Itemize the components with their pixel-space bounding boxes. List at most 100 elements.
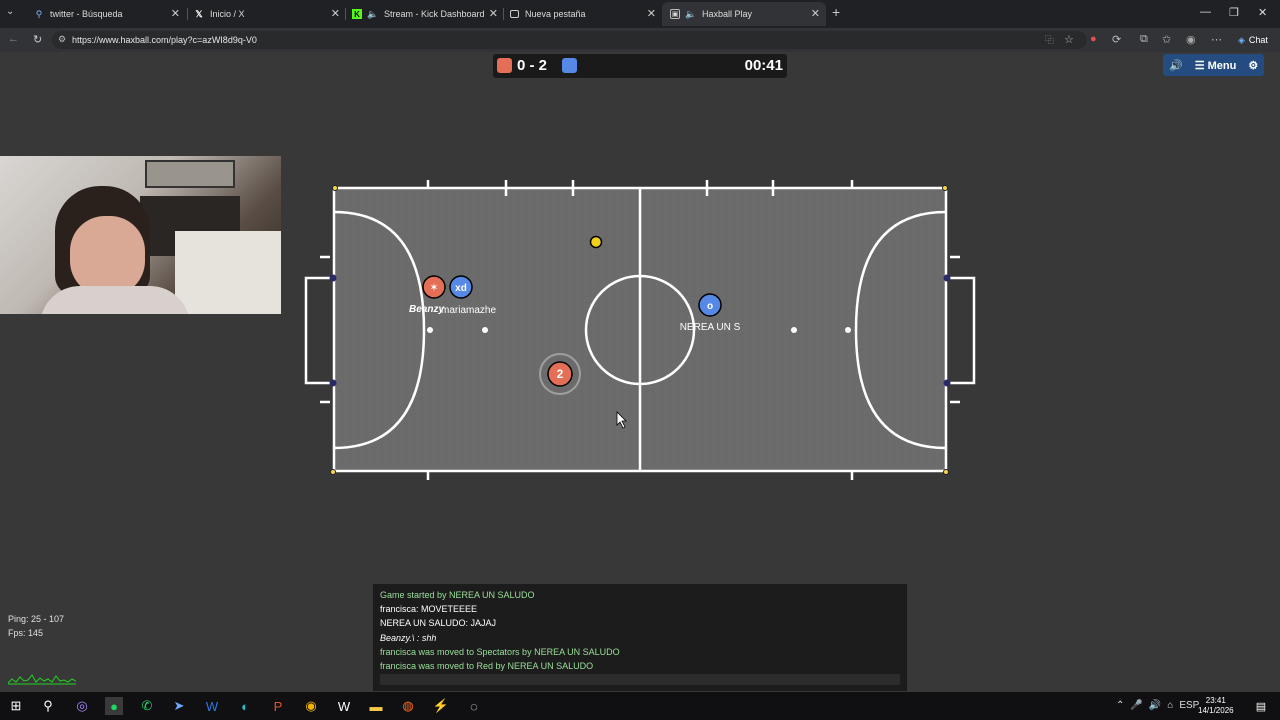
field [304,180,976,480]
favorites-icon[interactable]: ✩ [1162,33,1171,46]
url-field[interactable]: ⚙ https://www.haxball.com/play?c=azWI8d9… [52,31,1087,49]
spotify-icon[interactable]: ● [105,697,123,715]
network-icon[interactable]: ⌂ [1167,700,1173,711]
x-logo-icon: 𝕏 [195,8,203,19]
edge-icon[interactable]: ◐ [236,697,254,715]
scoreboard: 0 - 2 00:41 [493,54,787,78]
app-icon-flash[interactable]: ⚡ [432,697,450,715]
volume-icon[interactable]: 🔊 [1149,700,1161,711]
bookmark-star-icon[interactable]: ☆ [1064,33,1074,46]
tab-twitter-search[interactable]: ⚲ twitter - Búsqueda ✕ [26,2,186,26]
red-team-square [497,58,512,73]
chat-message: Beanzy.\ : shh [380,632,437,643]
webcam-overlay [0,156,281,314]
chat-label: Chat [1248,35,1268,45]
windows-start-icon[interactable]: ⊞ [7,697,25,715]
game-top-controls: 🔊 ☰ Menu ⚙ [1163,54,1265,76]
puzzle-icon[interactable]: ⧉ [1140,33,1148,46]
tab-kick-dashboard[interactable]: K 🔈 Stream - Kick Dashboard ✕ [344,2,504,26]
reload-icon[interactable]: ↻ [33,33,42,46]
tab-x-home[interactable]: 𝕏 Inicio / X ✕ [186,2,346,26]
speaker-icon: 🔈 [685,8,697,19]
speaker-icon: 🔈 [367,8,379,19]
player-avatar: xd [455,283,467,294]
kick-logo-icon: K [352,9,362,19]
player-name: mariamazhe [441,305,496,316]
search-icon[interactable]: ⚲ [39,697,57,715]
minimize-icon[interactable]: — [1200,6,1211,18]
tab-haxball-play[interactable]: ▣ 🔈 Haxball Play ✕ [662,2,826,26]
chrome-icon[interactable]: ◉ [302,697,320,715]
translate-icon[interactable]: ⿻ [1045,33,1054,46]
menu-label: Menu [1207,59,1237,72]
score: 0 - 2 [517,57,548,74]
tab-title: Stream - Kick Dashboard [384,9,485,19]
chat-message: francisca was moved to Red by NEREA UN S… [380,661,594,672]
newtab-icon [510,10,519,18]
chat-panel: Game started by NEREA UN SALUDO francisc… [373,584,907,691]
haxball-game-area[interactable]: ✶ Beanzy xd mariamazhe o NEREA UN S 2 0 … [0,52,1280,692]
file-explorer-icon[interactable]: ▬ [367,697,385,715]
system-tray: ⌃ 🎤 🔊 ⌂ ESP [1116,700,1199,711]
clock-time: 23:41 [1205,696,1226,705]
close-icon[interactable]: ✕ [489,7,498,20]
copilot-chat-button[interactable]: ◈ Chat [1232,31,1274,49]
tab-new-tab[interactable]: Nueva pestaña ✕ [502,2,662,26]
sound-button[interactable]: 🔊 [1163,59,1189,72]
maximize-icon[interactable]: ❐ [1229,6,1239,19]
settings-button[interactable]: ⚙ [1242,59,1264,72]
app-icon[interactable]: ◎ [73,697,91,715]
close-icon[interactable]: ✕ [647,7,656,20]
whatsapp-icon[interactable]: ✆ [138,697,156,715]
word-icon[interactable]: W [203,697,221,715]
haxball-icon: ▣ [670,9,680,19]
search-icon: ⚲ [35,8,43,19]
app-icon-round[interactable]: ◌ [465,697,483,715]
clock[interactable]: 23:41 14/1/2026 [1198,696,1234,716]
browser-tab-bar: ⌄ ⚲ twitter - Búsqueda ✕ 𝕏 Inicio / X ✕ … [0,0,1280,28]
copilot-icon: ◈ [1238,34,1245,45]
chat-message: NEREA UN SALUDO: JAJAJ [380,618,497,629]
notifications-icon[interactable]: ▤ [1252,697,1270,715]
blue-team-square [562,58,577,73]
player-avatar: o [707,301,713,312]
close-icon[interactable]: ✕ [171,7,180,20]
chat-message: Game started by NEREA UN SALUDO [380,590,535,600]
steam-icon[interactable]: ➤ [170,697,188,715]
close-icon[interactable]: ✕ [331,7,340,20]
site-info-icon[interactable]: ⚙ [58,34,66,45]
person-face [70,216,145,296]
tab-title: Inicio / X [210,9,245,19]
menu-button[interactable]: ☰ Menu [1189,59,1243,72]
back-arrow-icon[interactable]: ← [8,33,19,45]
profile-avatar-icon[interactable]: ◉ [1186,33,1196,46]
language-indicator[interactable]: ESP [1179,700,1199,711]
app-icon-w[interactable]: W [335,697,353,715]
browser-icon[interactable]: ◍ [399,697,417,715]
fps-graph [8,674,76,685]
chat-input[interactable] [380,674,900,685]
window-close-icon[interactable]: ✕ [1258,6,1267,19]
microphone-icon[interactable]: 🎤 [1130,700,1142,711]
left-goal [304,276,334,385]
tab-title: twitter - Búsqueda [50,9,123,19]
chat-message: francisca was moved to Spectators by NER… [380,646,620,657]
chat-message: francisca: MOVETEEEE [380,604,478,615]
tab-title: Nueva pestaña [525,9,586,19]
player-name: Beanzy [409,304,444,315]
chevron-up-icon[interactable]: ⌃ [1116,700,1124,711]
player-avatar: ✶ [429,281,438,294]
clock-date: 14/1/2026 [1198,706,1234,715]
windows-taskbar: ⊞ ⚲ ◎ ● ✆ ➤ W ◐ P ◉ W ▬ ◍ ⚡ ◌ ⌃ 🎤 🔊 ⌂ ES… [0,692,1280,720]
powerpoint-icon[interactable]: P [269,697,287,715]
extensions-puzzle-icon[interactable]: ⟳ [1112,33,1121,46]
player-name: NEREA UN S [680,322,741,333]
tab-search-chevron-icon[interactable]: ⌄ [6,6,14,17]
url-text: https://www.haxball.com/play?c=azWI8d9q-… [72,35,257,45]
extension-icon[interactable]: ● [1090,33,1097,45]
tab-title: Haxball Play [702,9,753,19]
more-menu-icon[interactable]: ⋯ [1211,33,1222,46]
new-tab-plus-icon[interactable]: + [832,4,840,20]
close-icon[interactable]: ✕ [811,7,820,20]
hamburger-icon: ☰ [1194,59,1205,72]
